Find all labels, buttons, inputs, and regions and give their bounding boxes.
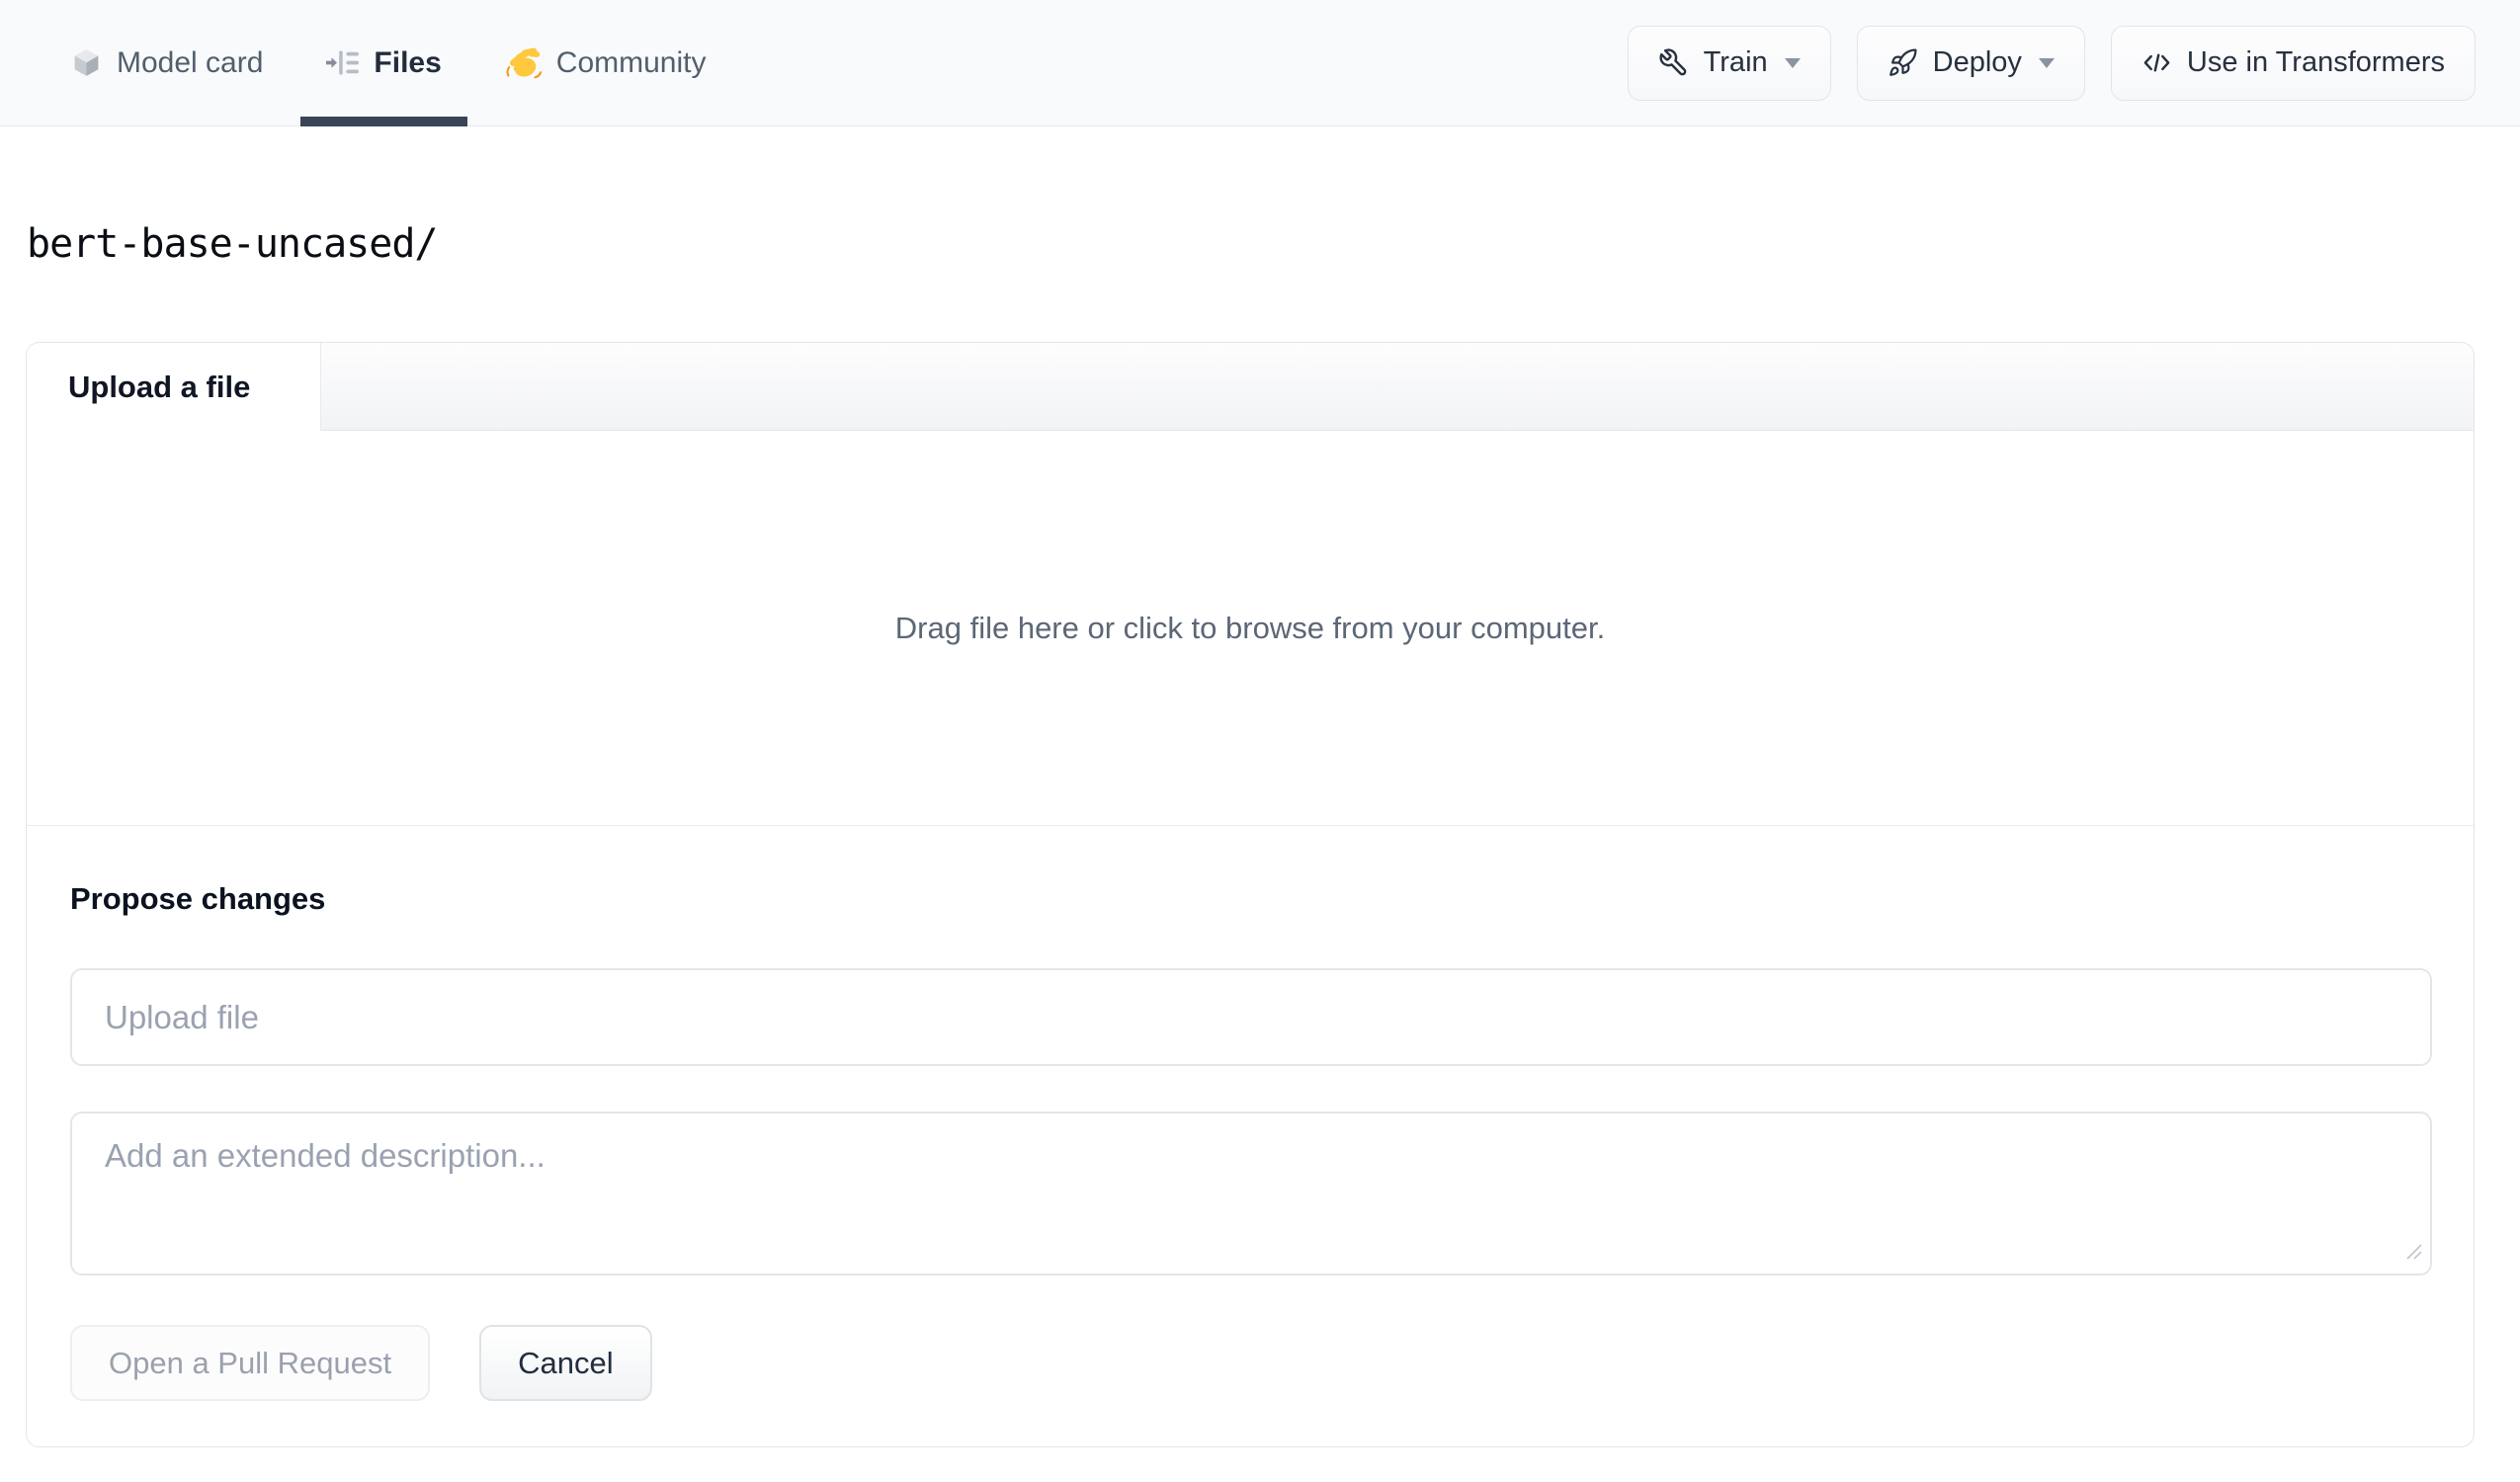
- propose-changes-section: Propose changes Open a Pull Request Canc…: [27, 826, 2474, 1445]
- tabstrip-filler: [320, 343, 2474, 431]
- tab-label: Community: [555, 45, 707, 79]
- rocket-icon: [1888, 47, 1918, 78]
- repo-actions: Train Deploy Use in Transformers: [1627, 0, 2476, 125]
- code-icon: [2142, 47, 2172, 78]
- main-content: bert-base-uncased/ Upload a file Drag fi…: [0, 221, 2520, 1447]
- cube-icon: [71, 47, 102, 78]
- extended-description-textarea[interactable]: [70, 1112, 2432, 1276]
- tab-model-card[interactable]: Model card: [45, 0, 289, 125]
- tab-community[interactable]: Community: [479, 0, 732, 125]
- file-dropzone[interactable]: Drag file here or click to browse from y…: [27, 431, 2474, 826]
- train-button[interactable]: Train: [1627, 25, 1831, 101]
- resize-handle-icon[interactable]: [2403, 1241, 2423, 1266]
- tab-label: Upload a file: [68, 369, 251, 404]
- use-in-transformers-button[interactable]: Use in Transformers: [2110, 25, 2476, 101]
- propose-changes-heading: Propose changes: [70, 881, 326, 916]
- description-field-wrapper: [70, 1112, 2432, 1276]
- button-label: Use in Transformers: [2186, 46, 2445, 78]
- waving-hand-icon: [505, 44, 542, 81]
- open-pull-request-button[interactable]: Open a Pull Request: [70, 1325, 431, 1401]
- versions-icon: [326, 48, 360, 77]
- tab-files[interactable]: Files: [300, 0, 468, 126]
- upload-a-file-tab[interactable]: Upload a file: [27, 343, 320, 431]
- button-label: Train: [1703, 46, 1768, 78]
- chevron-down-icon: [2038, 57, 2055, 68]
- repo-path: bert-base-uncased/: [27, 221, 438, 267]
- commit-title-input[interactable]: [70, 968, 2432, 1066]
- dropzone-hint: Drag file here or click to browse from y…: [894, 610, 1606, 645]
- card-tabstrip: Upload a file: [27, 343, 2474, 431]
- deploy-button[interactable]: Deploy: [1856, 25, 2085, 101]
- tab-label: Model card: [117, 45, 264, 79]
- upload-card: Upload a file Drag file here or click to…: [26, 342, 2475, 1447]
- repo-tabs: Model card Files Community: [45, 0, 732, 126]
- top-navigation: Model card Files Community Train Deploy …: [0, 0, 2520, 126]
- tab-label: Files: [374, 45, 442, 79]
- button-label: Deploy: [1932, 46, 2022, 78]
- chevron-down-icon: [1784, 57, 1801, 68]
- cancel-button[interactable]: Cancel: [479, 1325, 652, 1401]
- wrench-icon: [1658, 47, 1689, 78]
- form-buttons: Open a Pull Request Cancel: [70, 1325, 2430, 1401]
